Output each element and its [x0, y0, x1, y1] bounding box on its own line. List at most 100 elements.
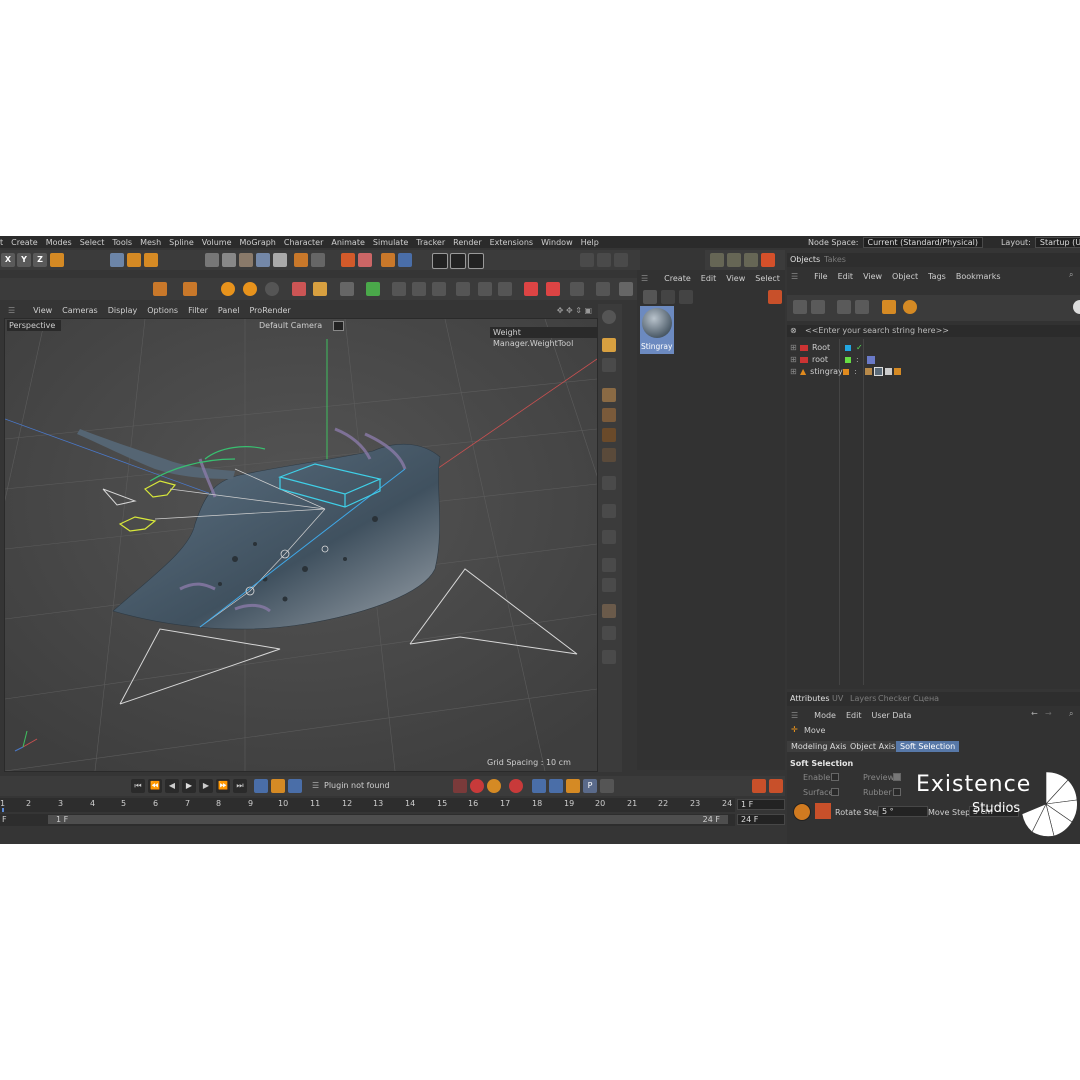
- menu-item[interactable]: Tracker: [416, 238, 445, 247]
- layer-color-swatch[interactable]: [843, 368, 850, 375]
- visibility-dots-icon[interactable]: :: [854, 367, 857, 376]
- bind-icon[interactable]: [412, 282, 426, 296]
- viewport-menu-item[interactable]: View: [33, 306, 52, 315]
- polygon-icon[interactable]: [256, 253, 270, 267]
- tab-layers[interactable]: Layers: [850, 694, 876, 703]
- text-tool-icon[interactable]: [183, 282, 197, 296]
- start-frame-field[interactable]: F: [2, 815, 7, 824]
- key-position-icon[interactable]: [532, 779, 546, 793]
- menu-item[interactable]: Select: [80, 238, 105, 247]
- toggle-icon[interactable]: [1073, 300, 1080, 314]
- camera-icon[interactable]: [333, 321, 344, 331]
- point-icon[interactable]: [311, 253, 325, 267]
- layout-icon[interactable]: [580, 253, 594, 267]
- current-frame-field[interactable]: 1 F: [737, 799, 785, 810]
- keyframe-icon[interactable]: [271, 779, 285, 793]
- trash-icon[interactable]: [768, 290, 782, 304]
- viewport-menu-item[interactable]: ProRender: [250, 306, 291, 315]
- surface-checkbox[interactable]: [831, 788, 839, 796]
- object-menu-item[interactable]: File: [814, 272, 827, 281]
- search-icon[interactable]: ⌕: [1069, 270, 1073, 280]
- frame-icon[interactable]: [614, 253, 628, 267]
- subtab-soft-selection[interactable]: Soft Selection: [896, 741, 960, 752]
- fcurve-icon[interactable]: [769, 779, 783, 793]
- checker-small-icon[interactable]: [619, 282, 633, 296]
- viewport-nav-icons[interactable]: ✥ ✥ ⇕ ▣: [557, 306, 592, 315]
- go-to-start-icon[interactable]: ⏮: [131, 779, 145, 793]
- key-param-icon[interactable]: P: [583, 779, 597, 793]
- object-menu-item[interactable]: Edit: [838, 272, 854, 281]
- menu-item[interactable]: Extensions: [490, 238, 533, 247]
- object-menu-item[interactable]: Object: [892, 272, 918, 281]
- subtab-object-axis[interactable]: Object Axis: [846, 741, 900, 752]
- menu-item[interactable]: Character: [284, 238, 324, 247]
- texture-icon[interactable]: [602, 604, 616, 618]
- layer-color-swatch[interactable]: [845, 344, 851, 351]
- checker-icon[interactable]: [273, 253, 287, 267]
- search-icon[interactable]: ⌕: [1069, 709, 1073, 719]
- render-icon[interactable]: [761, 253, 775, 267]
- menu-item[interactable]: Help: [581, 238, 599, 247]
- hamburger-icon[interactable]: ☰: [791, 711, 798, 720]
- panel-icon[interactable]: [597, 253, 611, 267]
- tab-uv[interactable]: UV: [832, 694, 843, 703]
- solo-icon[interactable]: [602, 578, 616, 592]
- sphere-half-icon[interactable]: [243, 282, 257, 296]
- null-icon[interactable]: [341, 253, 355, 267]
- timeline-ruler[interactable]: 1 2 3 4 5 6 7 8 9 10 11 12 13 14 15 16 1…: [0, 798, 735, 812]
- sphere-orange-icon[interactable]: [221, 282, 235, 296]
- tab-checker[interactable]: Checker: [878, 694, 911, 703]
- filter-icon[interactable]: [793, 300, 807, 314]
- auto-key-icon[interactable]: [288, 779, 302, 793]
- clear-search-icon[interactable]: ⊗: [790, 326, 797, 335]
- menu-item[interactable]: Window: [541, 238, 573, 247]
- sphere-primitive-icon[interactable]: [222, 253, 236, 267]
- workplane-icon[interactable]: [602, 476, 616, 490]
- layout-dropdown[interactable]: Startup (User): [1034, 236, 1080, 248]
- motion-icon[interactable]: [546, 282, 560, 296]
- lock-settings-icon[interactable]: [815, 803, 831, 819]
- cube-primitive-icon[interactable]: [205, 253, 219, 267]
- viewport-menu-item[interactable]: Filter: [188, 306, 208, 315]
- object-row-root[interactable]: ⊞ Root ✓: [790, 342, 863, 353]
- tag-filter-icon[interactable]: [855, 300, 869, 314]
- coordinate-system-icon[interactable]: [50, 253, 64, 267]
- point-mode-icon[interactable]: [602, 388, 616, 402]
- record-icon[interactable]: [358, 253, 372, 267]
- axis-y-button[interactable]: Y: [17, 253, 31, 267]
- attribute-menu-item[interactable]: Edit: [846, 711, 862, 720]
- layer-color-swatch[interactable]: [845, 356, 851, 363]
- new-material-icon[interactable]: [643, 290, 657, 304]
- menu-item[interactable]: Create: [11, 238, 38, 247]
- material-swatch-stingray[interactable]: Stingray: [640, 306, 674, 354]
- record-active-icon[interactable]: [470, 779, 484, 793]
- axis-mode-icon[interactable]: [602, 626, 616, 640]
- material-layer-icon[interactable]: [679, 290, 693, 304]
- sculpt-mode-icon[interactable]: [602, 358, 616, 372]
- object-menu-item[interactable]: View: [863, 272, 882, 281]
- edge-mode-icon[interactable]: [602, 408, 616, 422]
- tab-takes[interactable]: Takes: [824, 255, 846, 264]
- grid-icon[interactable]: [292, 282, 306, 296]
- hamburger-icon[interactable]: ☰: [312, 781, 319, 790]
- render-view-icon[interactable]: [432, 253, 448, 269]
- attribute-menu-item[interactable]: User Data: [871, 711, 911, 720]
- pose-icon[interactable]: [596, 282, 610, 296]
- record-position-icon[interactable]: [453, 779, 467, 793]
- render-picture-icon[interactable]: [450, 253, 466, 269]
- viewport-menu-item[interactable]: Display: [108, 306, 138, 315]
- layers-icon[interactable]: [398, 253, 412, 267]
- expand-icon[interactable]: ⊞: [790, 355, 800, 364]
- snap-icon[interactable]: [602, 504, 616, 518]
- tab-attributes[interactable]: Attributes: [790, 694, 830, 703]
- hierarchy-icon[interactable]: [811, 300, 825, 314]
- key-scale-icon[interactable]: [566, 779, 580, 793]
- bookmark-icon[interactable]: [882, 300, 896, 314]
- polygon-mode-icon[interactable]: [602, 428, 616, 442]
- ik-icon[interactable]: [432, 282, 446, 296]
- menu-item[interactable]: Tools: [112, 238, 132, 247]
- object-menu-item[interactable]: Bookmarks: [956, 272, 1001, 281]
- tweak-icon[interactable]: [602, 650, 616, 664]
- rotate-step-field[interactable]: 5 °: [878, 806, 928, 817]
- move-icon[interactable]: [153, 282, 167, 296]
